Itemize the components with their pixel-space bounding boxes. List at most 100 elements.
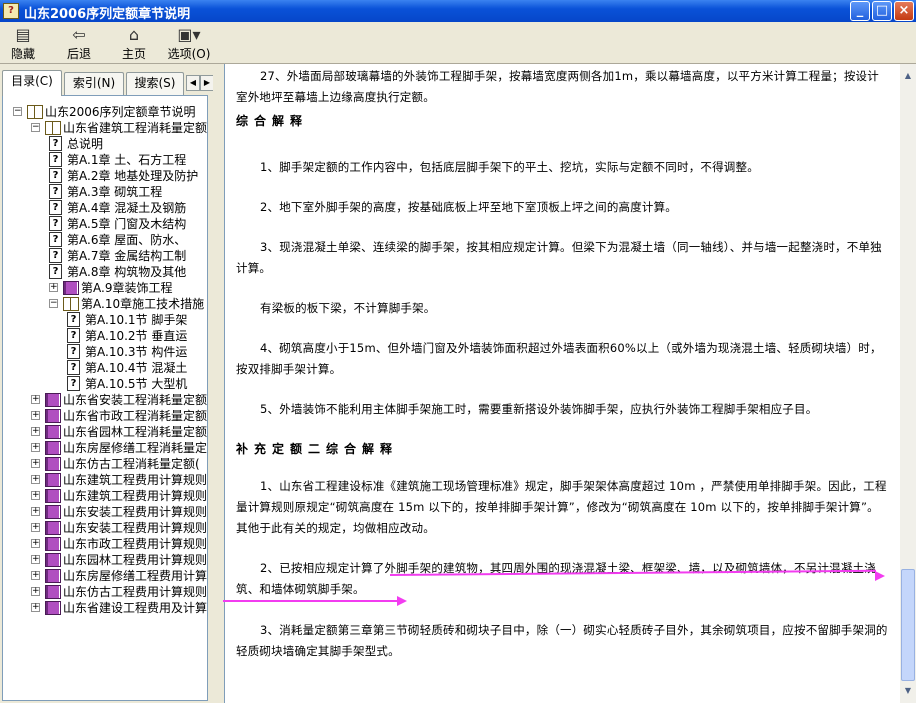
expand-icon[interactable]: + bbox=[31, 427, 40, 436]
closed-book-icon bbox=[63, 281, 79, 295]
explanation-1: 1、脚手架定额的工作内容中，包括底层脚手架下的平土、挖坑，实际与定额不同时，不得… bbox=[260, 160, 759, 174]
closed-book-icon bbox=[45, 569, 61, 583]
tab-scroll-right-icon[interactable]: ▶ bbox=[200, 75, 214, 91]
tree-item[interactable]: − 山东省建筑工程消耗量定额 bbox=[3, 120, 208, 136]
home-icon: ⌂ bbox=[128, 25, 140, 44]
tree-item-label: 山东省园林工程消耗量定额 bbox=[63, 425, 208, 439]
vertical-scroll-thumb[interactable] bbox=[901, 569, 915, 681]
tree-item[interactable]: + 山东建筑工程费用计算规则 bbox=[3, 488, 207, 504]
expand-icon[interactable]: + bbox=[31, 539, 40, 548]
tab-scroll-left-icon[interactable]: ◀ bbox=[186, 75, 200, 91]
tree-item-label: 第A.10章施工技术措施 bbox=[81, 297, 205, 311]
expand-icon[interactable]: + bbox=[31, 411, 40, 420]
closed-book-icon bbox=[45, 457, 61, 471]
tree-item[interactable]: + 山东省安装工程消耗量定额 bbox=[3, 392, 207, 408]
tree-item-label: 山东仿古工程费用计算规则 bbox=[63, 585, 208, 599]
tree-item[interactable]: ? 第A.6章 屋面、防水、 bbox=[3, 232, 207, 248]
tree-item[interactable]: + 山东市政工程费用计算规则 bbox=[3, 536, 207, 552]
closed-book-icon bbox=[45, 473, 61, 487]
expand-icon[interactable]: + bbox=[31, 475, 40, 484]
tree-item[interactable]: ? 第A.5章 门窗及木结构 bbox=[3, 216, 207, 232]
tree-item[interactable]: + 山东园林工程费用计算规则 bbox=[3, 552, 207, 568]
expand-icon[interactable]: + bbox=[31, 555, 40, 564]
back-arrow-icon: ⇦ bbox=[72, 25, 86, 44]
tree-item[interactable]: ? 第A.10.2节 垂直运 bbox=[3, 328, 207, 344]
tree-item[interactable]: + 山东省建设工程费用及计算 bbox=[3, 600, 207, 616]
tree-item[interactable]: + 山东省市政工程消耗量定额 bbox=[3, 408, 207, 424]
help-page-icon: ? bbox=[67, 360, 80, 375]
contents-tree[interactable]: − 山东2006序列定额章节说明 − 山东省建筑工程消耗量定额? 总说明? 第A.1章 土… bbox=[2, 95, 208, 701]
collapse-icon[interactable]: − bbox=[49, 299, 58, 308]
tree-item[interactable]: + 山东安装工程费用计算规则 bbox=[3, 520, 207, 536]
tree-item[interactable]: + 山东建筑工程费用计算规则 bbox=[3, 472, 208, 488]
tree-item[interactable]: + 山东仿古工程消耗量定额( bbox=[3, 456, 207, 472]
explanation-4: 4、砌筑高度小于15m、但外墙门窗及外墙装饰面积超过外墙表面积60%以上（或外墙… bbox=[236, 341, 882, 376]
tree-item[interactable]: + 山东房屋修缮工程费用计算 bbox=[3, 568, 207, 584]
expand-icon[interactable]: + bbox=[31, 443, 40, 452]
tree-item-label: 第A.3章 砌筑工程 bbox=[67, 185, 163, 199]
tree-item[interactable]: − 第A.10章施工技术措施 bbox=[3, 296, 207, 312]
explanation-2: 2、地下室外脚手架的高度，按基础底板上坪至地下室顶板上坪之间的高度计算。 bbox=[260, 200, 678, 214]
content-vertical-scrollbar[interactable]: ▲ ▼ bbox=[900, 64, 916, 703]
expand-icon[interactable]: + bbox=[31, 523, 40, 532]
tree-item[interactable]: + 山东仿古工程费用计算规则 bbox=[3, 584, 208, 600]
closed-book-icon bbox=[45, 553, 61, 567]
minimize-button[interactable]: _ bbox=[850, 1, 870, 21]
title-bar[interactable]: ? 山东2006序列定额章节说明 _ □ × bbox=[0, 0, 916, 22]
expand-icon[interactable]: + bbox=[31, 571, 40, 580]
expand-icon[interactable]: + bbox=[31, 603, 40, 612]
tree-item[interactable]: + 山东房屋修缮工程消耗量定 bbox=[3, 440, 207, 456]
expand-icon[interactable]: + bbox=[49, 283, 58, 292]
explanation-5: 5、外墙装饰不能利用主体脚手架施工时，需要重新搭设外装饰脚手架，应执行外装饰工程… bbox=[260, 402, 818, 416]
tree-item-label: 山东省建筑工程消耗量定额 bbox=[63, 121, 208, 135]
tree-item[interactable]: ? 第A.1章 土、石方工程 bbox=[3, 152, 207, 168]
closed-book-icon bbox=[45, 601, 61, 615]
tree-item-label: 第A.6章 屋面、防水、 bbox=[67, 233, 187, 247]
close-button[interactable]: × bbox=[894, 1, 914, 21]
options-button[interactable]: ▣▾ 选项(O) bbox=[165, 25, 213, 61]
help-book-icon: ? bbox=[3, 3, 19, 19]
supplement-2: 2、已按相应规定计算了外脚手架的建筑物，其四周外围的现浇混凝土梁、框架梁、墙，以… bbox=[236, 561, 876, 596]
open-book-icon bbox=[63, 297, 79, 311]
collapse-icon[interactable]: − bbox=[31, 123, 40, 132]
collapse-icon[interactable]: − bbox=[13, 107, 22, 116]
tree-item[interactable]: ? 第A.7章 金属结构工制 bbox=[3, 248, 207, 264]
tree-item[interactable]: ? 第A.8章 构筑物及其他 bbox=[3, 264, 207, 280]
tree-item[interactable]: ? 第A.10.3节 构件运 bbox=[3, 344, 207, 360]
expand-icon[interactable]: + bbox=[31, 491, 40, 500]
tree-item[interactable]: ? 第A.10.1节 脚手架 bbox=[3, 312, 207, 328]
back-button-label: 后退 bbox=[66, 47, 91, 61]
tree-item-label: 山东建筑工程费用计算规则 bbox=[63, 473, 208, 487]
closed-book-icon bbox=[45, 489, 61, 503]
expand-icon[interactable]: + bbox=[31, 587, 40, 596]
tree-item-label: 第A.4章 混凝土及钢筋 bbox=[67, 201, 187, 215]
tree-item[interactable]: ? 第A.2章 地基处理及防护 bbox=[3, 168, 207, 184]
tree-item[interactable]: + 山东省园林工程消耗量定额 bbox=[3, 424, 208, 440]
tree-item[interactable]: − 山东2006序列定额章节说明 bbox=[3, 104, 207, 120]
tree-item[interactable]: ? 第A.10.4节 混凝土 bbox=[3, 360, 207, 376]
heading-supplement-two: 补充定额二综合解释 bbox=[236, 442, 399, 456]
tree-item[interactable]: + 第A.9章装饰工程 bbox=[3, 280, 207, 296]
closed-book-icon bbox=[45, 425, 61, 439]
tab-search[interactable]: 搜索(S) bbox=[126, 72, 184, 95]
tree-item[interactable]: ? 总说明 bbox=[3, 136, 207, 152]
expand-icon[interactable]: + bbox=[31, 395, 40, 404]
tree-item[interactable]: ? 第A.3章 砌筑工程 bbox=[3, 184, 207, 200]
tab-index[interactable]: 索引(N) bbox=[64, 72, 124, 95]
tree-item[interactable]: ? 第A.10.5节 大型机 bbox=[3, 376, 207, 392]
home-button[interactable]: ⌂ 主页 bbox=[117, 25, 151, 61]
maximize-button[interactable]: □ bbox=[872, 1, 892, 21]
back-button[interactable]: ⇦ 后退 bbox=[62, 25, 96, 61]
tree-item[interactable]: + 山东安装工程费用计算规则 bbox=[3, 504, 207, 520]
scroll-up-icon[interactable]: ▲ bbox=[900, 68, 916, 84]
scroll-down-icon[interactable]: ▼ bbox=[900, 683, 916, 699]
hide-button[interactable]: ▤ 隐藏 bbox=[6, 25, 40, 61]
expand-icon[interactable]: + bbox=[31, 459, 40, 468]
help-page-icon: ? bbox=[49, 168, 62, 183]
pane-splitter[interactable] bbox=[213, 64, 223, 703]
help-page-icon: ? bbox=[49, 200, 62, 215]
tab-contents[interactable]: 目录(C) bbox=[2, 70, 62, 96]
expand-icon[interactable]: + bbox=[31, 507, 40, 516]
help-page-icon: ? bbox=[49, 136, 62, 151]
tree-item[interactable]: ? 第A.4章 混凝土及钢筋 bbox=[3, 200, 207, 216]
